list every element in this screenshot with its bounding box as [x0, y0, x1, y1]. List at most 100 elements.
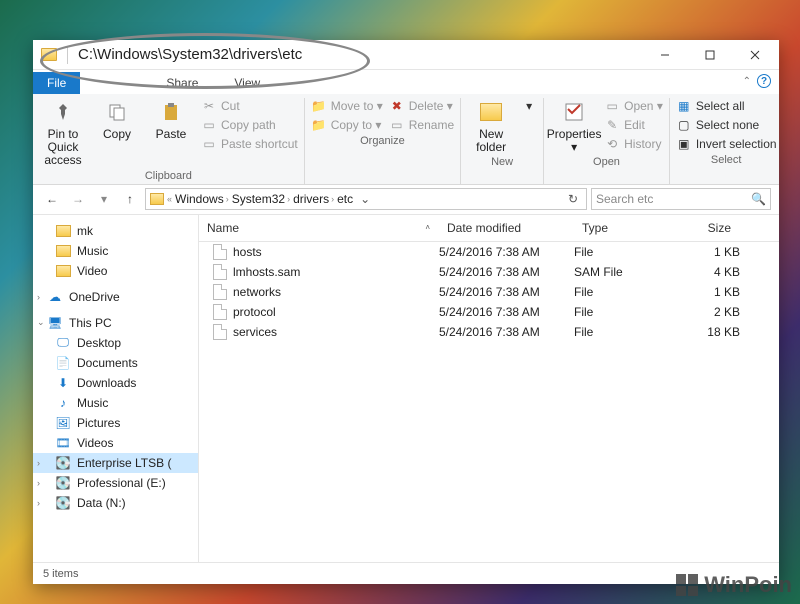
- paste-shortcut-button[interactable]: ▭Paste shortcut: [201, 136, 298, 152]
- sidebar-item[interactable]: Video: [33, 261, 198, 281]
- recent-locations-button[interactable]: ▾: [93, 188, 115, 210]
- sidebar-item[interactable]: ›💽Data (N:): [33, 493, 198, 513]
- paste-shortcut-icon: ▭: [201, 136, 217, 152]
- sidebar-onedrive[interactable]: ›☁OneDrive: [33, 287, 198, 307]
- pictures-icon: 🖼: [55, 416, 71, 430]
- desktop-icon: 🖵: [55, 336, 71, 350]
- history-icon: ⟲: [604, 136, 620, 152]
- sidebar-item[interactable]: ›💽Enterprise LTSB (: [33, 453, 198, 473]
- drive-icon: 💽: [55, 496, 71, 510]
- sidebar-item[interactable]: Music: [33, 241, 198, 261]
- sidebar-item[interactable]: ⬇Downloads: [33, 373, 198, 393]
- breadcrumb[interactable]: drivers›: [293, 192, 334, 206]
- chevron-right-icon[interactable]: ›: [37, 292, 40, 302]
- breadcrumb-root[interactable]: «: [167, 194, 172, 204]
- search-box[interactable]: 🔍: [591, 188, 771, 210]
- search-icon[interactable]: 🔍: [751, 192, 766, 206]
- file-row[interactable]: protocol5/24/2016 7:38 AMFile2 KB: [199, 302, 779, 322]
- divider: [67, 46, 68, 64]
- column-header-date[interactable]: Date modified: [439, 215, 574, 241]
- minimize-button[interactable]: [642, 41, 687, 69]
- search-input[interactable]: [596, 192, 751, 206]
- onedrive-icon: ☁: [47, 290, 63, 304]
- forward-button[interactable]: →: [67, 188, 89, 210]
- properties-icon: [560, 98, 588, 126]
- file-size: 2 KB: [662, 305, 740, 319]
- invert-selection-button[interactable]: ▣Invert selection: [676, 136, 777, 152]
- new-item-button[interactable]: ▾: [521, 98, 537, 114]
- file-date: 5/24/2016 7:38 AM: [439, 285, 574, 299]
- rename-button[interactable]: ▭Rename: [389, 117, 454, 133]
- file-row[interactable]: networks5/24/2016 7:38 AMFile1 KB: [199, 282, 779, 302]
- file-icon: [213, 244, 227, 260]
- group-label: Open: [593, 156, 620, 168]
- file-size: 18 KB: [662, 325, 740, 339]
- paste-label: Paste: [156, 128, 187, 141]
- up-button[interactable]: ↑: [119, 188, 141, 210]
- sidebar-this-pc[interactable]: ⌄🖥This PC: [33, 313, 198, 333]
- file-row[interactable]: services5/24/2016 7:38 AMFile18 KB: [199, 322, 779, 342]
- breadcrumb[interactable]: etc: [337, 192, 353, 206]
- breadcrumb[interactable]: System32›: [232, 192, 290, 206]
- sidebar-item[interactable]: 🖼Pictures: [33, 413, 198, 433]
- sidebar-item[interactable]: ♪Music: [33, 393, 198, 413]
- open-button[interactable]: ▭Open ▾: [604, 98, 663, 114]
- move-to-button[interactable]: 📁Move to ▾: [311, 98, 383, 114]
- address-dropdown-icon[interactable]: ⌄: [356, 192, 374, 206]
- close-button[interactable]: [732, 41, 777, 69]
- invert-icon: ▣: [676, 136, 692, 152]
- file-date: 5/24/2016 7:38 AM: [439, 325, 574, 339]
- select-all-button[interactable]: ▦Select all: [676, 98, 777, 114]
- folder-icon: [55, 224, 71, 238]
- move-icon: 📁: [311, 98, 327, 114]
- column-header-name[interactable]: Name˄: [199, 215, 439, 241]
- file-list: Name˄ Date modified Type Size hosts5/24/…: [199, 215, 779, 562]
- paste-button[interactable]: Paste: [147, 98, 195, 141]
- watermark: WinPoin: [676, 572, 792, 598]
- file-name: hosts: [233, 245, 262, 259]
- copy-button[interactable]: Copy: [93, 98, 141, 141]
- tab-file[interactable]: File: [33, 72, 80, 94]
- help-icon[interactable]: ?: [757, 74, 771, 88]
- column-header-type[interactable]: Type: [574, 215, 662, 241]
- chevron-right-icon[interactable]: ›: [37, 478, 40, 488]
- content-area: mk Music Video ›☁OneDrive ⌄🖥This PC 🖵Des…: [33, 215, 779, 562]
- select-none-button[interactable]: ▢Select none: [676, 117, 777, 133]
- music-icon: ♪: [55, 396, 71, 410]
- chevron-right-icon[interactable]: ›: [37, 458, 40, 468]
- select-none-icon: ▢: [676, 117, 692, 133]
- tab-view[interactable]: View: [216, 72, 278, 94]
- refresh-button[interactable]: ↻: [564, 192, 582, 206]
- folder-icon: [41, 48, 57, 61]
- properties-button[interactable]: Properties ▾: [550, 98, 598, 154]
- sidebar-item[interactable]: mk: [33, 221, 198, 241]
- cut-icon: ✂: [201, 98, 217, 114]
- chevron-right-icon[interactable]: ›: [37, 498, 40, 508]
- copy-path-button[interactable]: ▭Copy path: [201, 117, 298, 133]
- tab-share[interactable]: Share: [148, 72, 216, 94]
- new-folder-button[interactable]: New folder: [467, 98, 515, 154]
- copy-to-button[interactable]: 📁Copy to ▾: [311, 117, 383, 133]
- column-header-size[interactable]: Size: [662, 215, 740, 241]
- pin-quick-access-button[interactable]: Pin to Quick access: [39, 98, 87, 168]
- breadcrumb[interactable]: Windows›: [175, 192, 229, 206]
- sidebar-item[interactable]: 📄Documents: [33, 353, 198, 373]
- sidebar-item[interactable]: 🖵Desktop: [33, 333, 198, 353]
- status-text: 5 items: [43, 568, 78, 580]
- history-button[interactable]: ⟲History: [604, 136, 663, 152]
- delete-button[interactable]: ✖Delete ▾: [389, 98, 454, 114]
- file-row[interactable]: lmhosts.sam5/24/2016 7:38 AMSAM File4 KB: [199, 262, 779, 282]
- chevron-down-icon[interactable]: ⌄: [37, 317, 45, 328]
- maximize-button[interactable]: [687, 41, 732, 69]
- back-button[interactable]: ←: [41, 188, 63, 210]
- edit-button[interactable]: ✎Edit: [604, 117, 663, 133]
- drive-icon: 💽: [55, 456, 71, 470]
- sidebar-item[interactable]: ›💽Professional (E:): [33, 473, 198, 493]
- file-row[interactable]: hosts5/24/2016 7:38 AMFile1 KB: [199, 242, 779, 262]
- address-bar[interactable]: « Windows› System32› drivers› etc ⌄ ↻: [145, 188, 587, 210]
- cut-button[interactable]: ✂Cut: [201, 98, 298, 114]
- videos-icon: 🎞: [55, 436, 71, 450]
- column-headers: Name˄ Date modified Type Size: [199, 215, 779, 242]
- collapse-ribbon-icon[interactable]: ⌃: [743, 76, 751, 87]
- sidebar-item[interactable]: 🎞Videos: [33, 433, 198, 453]
